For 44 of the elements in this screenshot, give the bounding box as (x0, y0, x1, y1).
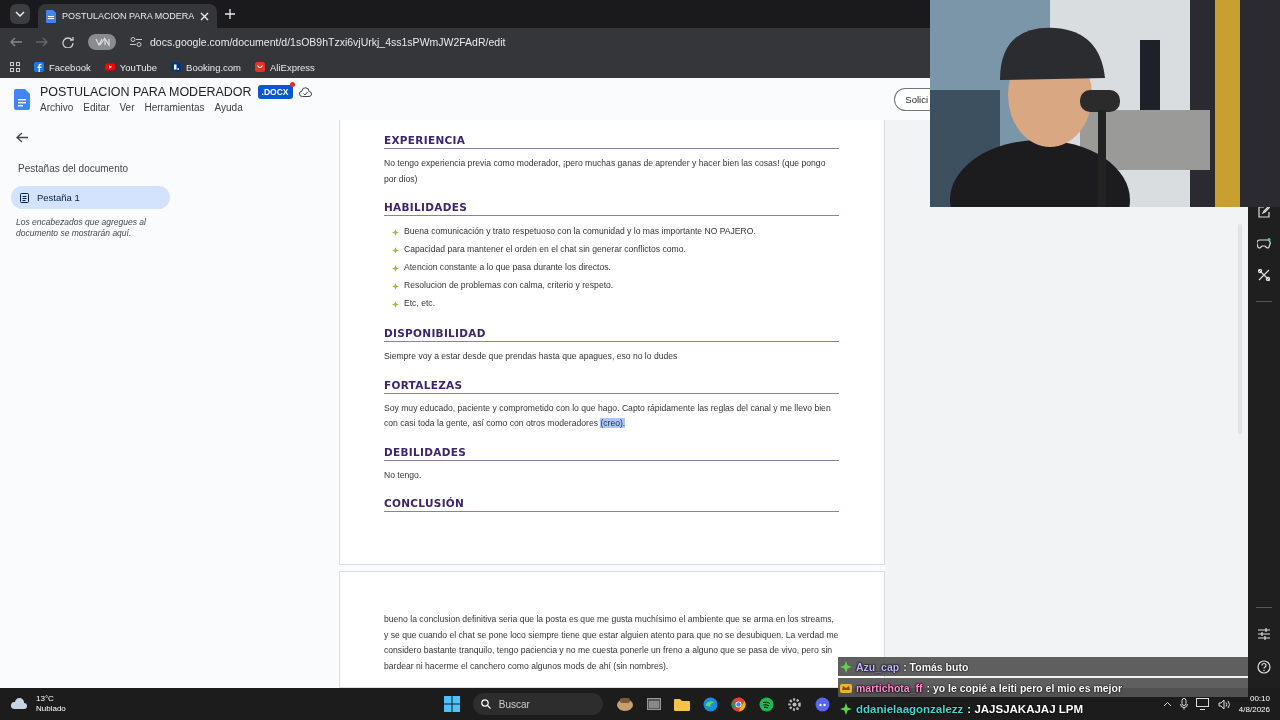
bookmark-link[interactable]: YouTube (104, 61, 158, 73)
taskbar-search-field[interactable]: Buscar (472, 693, 603, 715)
bookmark-link[interactable]: Booking.com (171, 61, 241, 73)
list-item: Buena comunicación y trato respetuoso con la comunidad y lo mas importante NO PAJERO. (404, 225, 756, 239)
list-item: Capacidad para mantener el orden en el chat sin generar conflictos como. (404, 243, 686, 257)
chat-username: ddanielaagonzalezz (856, 702, 964, 715)
outline-hint: Los encabezados que agregues al documento se mostrarán aquí. (16, 217, 147, 240)
clock-date: 4/8/2026 (1238, 704, 1270, 716)
document-tab[interactable]: Pestaña 1 (11, 186, 170, 209)
temperature-label: 13°C (36, 694, 55, 704)
paragraph: No tengo experiencia previa como moderador, ¡pero muchas ganas de aprender y hacer bien las cosas! (que pongo por dios) (384, 157, 827, 186)
browser-tab[interactable]: POSTULACION PARA MODERA (38, 4, 218, 28)
chat-message: : JAJSJAKAJAJ LPM (967, 702, 1084, 715)
section-heading: DISPONIBILIDAD (384, 327, 839, 342)
menu-item[interactable]: Herramientas (144, 102, 205, 113)
paragraph: No tengo. (384, 468, 423, 482)
chat-message: : Tomás buto (903, 660, 969, 673)
bookmark-link[interactable]: AliExpress (255, 61, 315, 73)
weather-label: Nublado (36, 704, 66, 714)
menu-item[interactable]: Ayuda (214, 102, 243, 113)
list-item: Resolucion de problemas con calma, criterio y respeto. (404, 279, 614, 293)
paragraph: Siempre voy a estar desde que prendas hasta que apagues, eso no lo dudes (384, 350, 679, 363)
file-type-badge: .DOCX (257, 85, 293, 99)
menu-item[interactable]: Editar (83, 102, 110, 113)
paragraph: bueno la conclusion definitiva seria que la posta es que me gusta muchísimo el ambiente que se arma en los streams, y se que cuando el chat se pone loco siempre tiene que estar alguien atento para que no se desubiquen. La verdad me considero bastante tranquilo, tengo paciencia y no me cuesta ponerle un freno a alguno que se pasa de vivo, pero sin bardear ni hacerme el canchero como algunos mods de ahí (sin nombres). (384, 613, 839, 673)
list-item: Etc, etc. (404, 297, 436, 311)
bookmark-link[interactable]: Facebook (34, 61, 91, 73)
list-item: Atencion constante a lo que pasa durante los directos. (404, 261, 611, 275)
section-heading: EXPERIENCIA (384, 134, 839, 149)
section-heading: DEBILIDADES (384, 445, 839, 461)
section-heading: CONCLUSIÓN (384, 497, 839, 512)
paragraph: Soy muy educado, paciente y comprometido con lo que hago. Capto rápidamente las reglas del canal y me llevo bien con casi toda la gente, así como con otros moderadores (creo). (384, 401, 832, 430)
section-heading: FORTALEZAS (384, 378, 839, 394)
chat-message: : yo le copié a leiti pero el mio es mejor (926, 681, 1122, 694)
menu-item[interactable]: Ver (119, 102, 135, 113)
share-button[interactable]: Solici (894, 87, 930, 111)
chat-username: martichota_ff (856, 681, 923, 694)
section-heading: HABILIDADES (384, 201, 839, 216)
document-title[interactable]: POSTULACION PARA MODERADOR (40, 85, 252, 99)
chat-username: Azu_cap (856, 660, 900, 673)
url-field[interactable]: docs.google.com/document/d/1sOB9hTzxi6vjUrkj_4ss1sPWmJW2FAdR/edit (150, 36, 506, 48)
clock-time: 00:10 (1249, 692, 1270, 704)
panel-heading: Pestañas del documento (18, 163, 130, 174)
menu-item[interactable]: Archivo (40, 102, 74, 113)
